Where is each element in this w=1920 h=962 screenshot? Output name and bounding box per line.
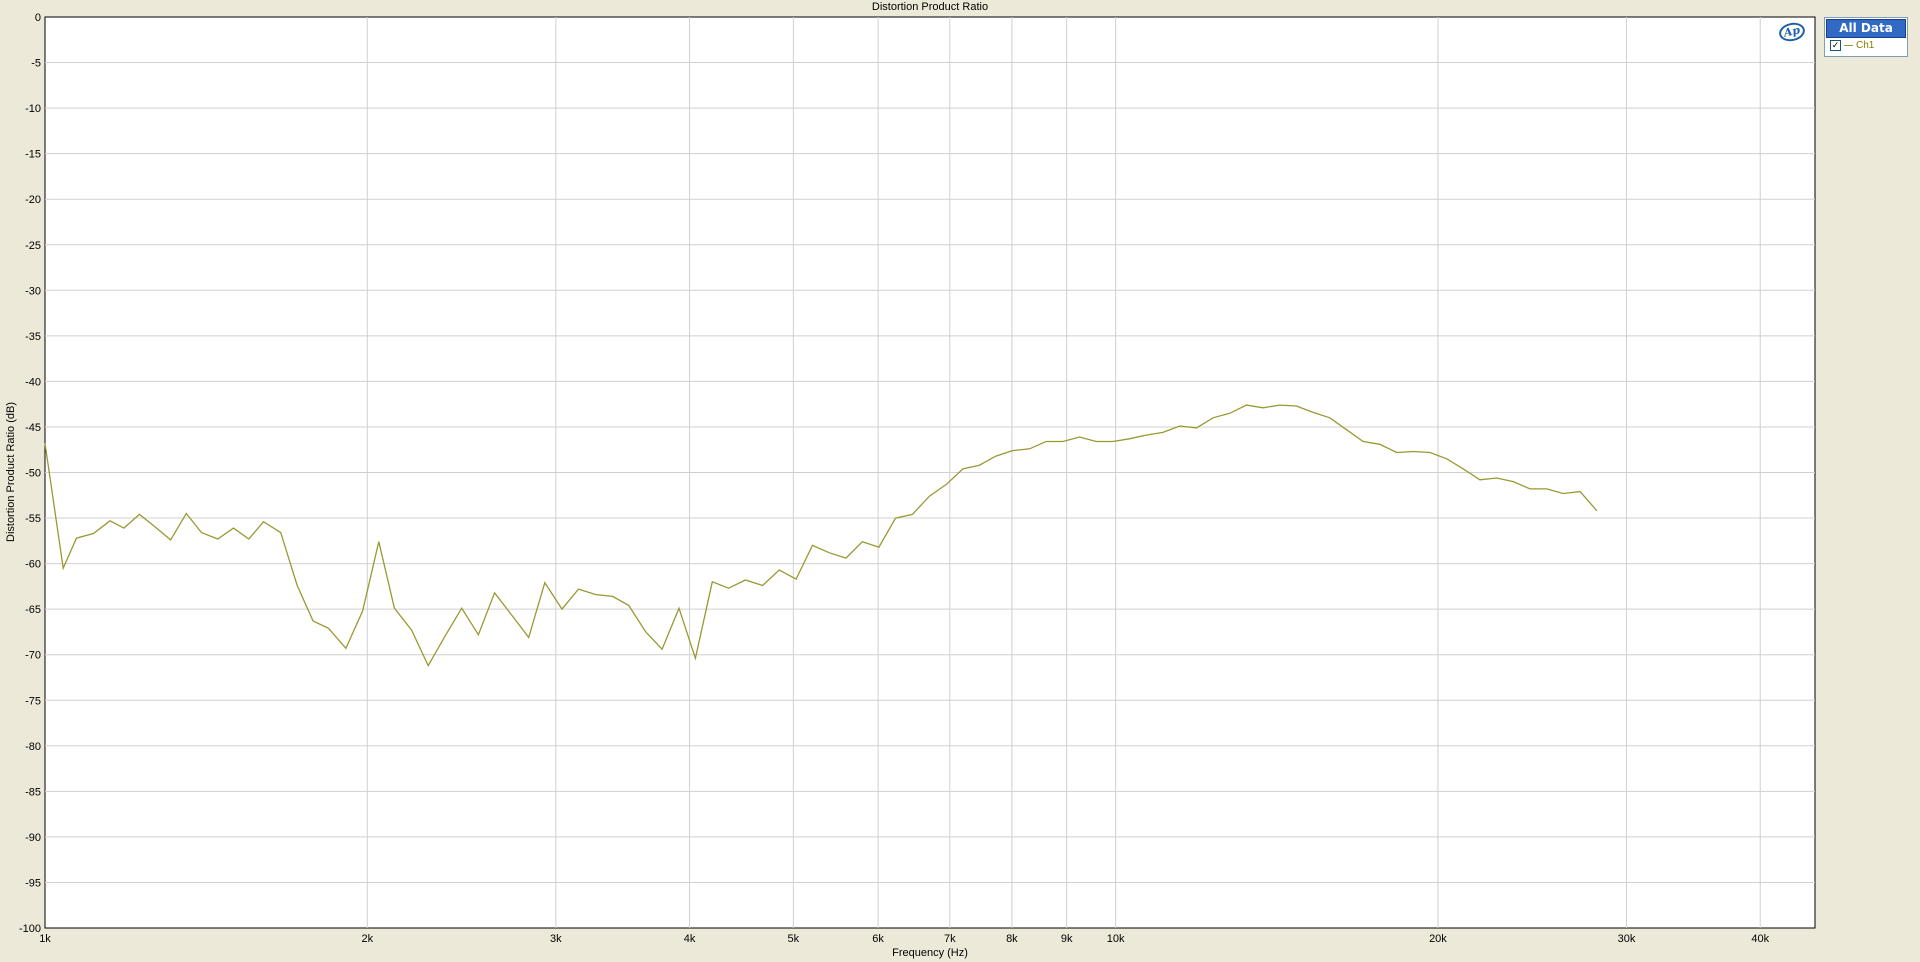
y-tick-label: -100 (19, 923, 41, 935)
y-tick-label: -5 (31, 58, 41, 70)
y-tick-label: -95 (25, 877, 41, 889)
x-tick-label: 3k (550, 933, 562, 945)
y-tick-label: -70 (25, 650, 41, 662)
legend-panel: All Data ✓ Ch1 (1824, 17, 1908, 57)
y-tick-label: -85 (25, 786, 41, 798)
x-tick-label: 6k (872, 933, 884, 945)
legend-item-label: Ch1 (1856, 40, 1875, 51)
plot-area: 0 -5 -10 -15 -20 -25 -30 -35 -40 -45 -50 -55 -60 -65 -… (5, 12, 1816, 959)
x-tick-label: 8k (1006, 933, 1018, 945)
legend-swatch (1844, 45, 1853, 46)
y-tick-label: -50 (25, 468, 41, 480)
checkbox-icon[interactable]: ✓ (1830, 40, 1841, 51)
y-tick-label: -35 (25, 331, 41, 343)
y-tick-label: -30 (25, 285, 41, 297)
x-tick-label: 10k (1107, 933, 1125, 945)
y-axis-title: Distortion Product Ratio (dB) (5, 402, 17, 542)
x-tick-label: 4k (684, 933, 696, 945)
y-tick-label: -80 (25, 741, 41, 753)
x-tick-label: 5k (788, 933, 800, 945)
x-tick-labels: 1k 2k 3k 4k 5k 6k 7k 8k 9k 10k 20k 30k 40k (39, 933, 1769, 945)
y-tick-label: -20 (25, 194, 41, 206)
x-tick-label: 7k (944, 933, 956, 945)
y-tick-label: -45 (25, 422, 41, 434)
legend-item-ch1[interactable]: ✓ Ch1 (1825, 40, 1907, 51)
y-tick-label: -65 (25, 604, 41, 616)
y-tick-labels: 0 -5 -10 -15 -20 -25 -30 -35 -40 -45 -50 -55 -60 -65 -… (19, 12, 41, 935)
x-tick-label: 1k (39, 933, 51, 945)
y-tick-label: -90 (25, 832, 41, 844)
y-tick-label: 0 (35, 12, 41, 24)
y-tick-label: -60 (25, 559, 41, 571)
x-tick-label: 2k (361, 933, 373, 945)
x-tick-label: 40k (1751, 933, 1769, 945)
grid-lines (45, 17, 1815, 928)
legend-all-data-button[interactable]: All Data (1826, 19, 1906, 38)
y-tick-label: -10 (25, 103, 41, 115)
y-tick-label: -55 (25, 513, 41, 525)
y-tick-label: -75 (25, 695, 41, 707)
y-tick-label: -15 (25, 149, 41, 161)
x-tick-label: 9k (1061, 933, 1073, 945)
x-tick-label: 20k (1429, 933, 1447, 945)
y-tick-label: -25 (25, 240, 41, 252)
y-tick-label: -40 (25, 376, 41, 388)
x-axis-title: Frequency (Hz) (892, 947, 968, 959)
x-tick-label: 30k (1618, 933, 1636, 945)
